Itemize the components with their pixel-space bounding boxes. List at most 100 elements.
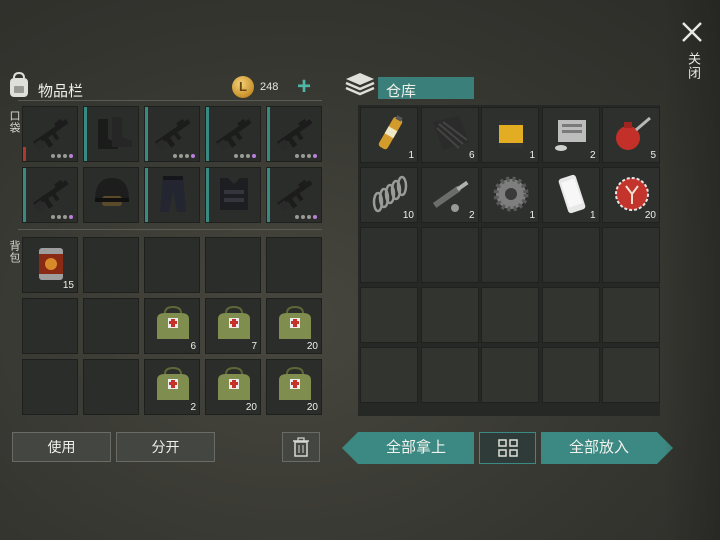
- medkit-bag-icon: [273, 366, 317, 406]
- warehouse-slot[interactable]: [481, 347, 539, 403]
- warehouse-slot[interactable]: [602, 287, 660, 343]
- boots-icon: [90, 113, 134, 153]
- item-quantity: 15: [62, 280, 74, 291]
- pocket-slot[interactable]: [266, 167, 322, 223]
- sort-button[interactable]: [479, 432, 536, 464]
- warehouse-slot[interactable]: [602, 347, 660, 403]
- item-quantity: 2: [468, 210, 475, 221]
- discard-button[interactable]: [282, 432, 320, 462]
- rarity-bar: [206, 168, 209, 222]
- warehouse-slot[interactable]: 2: [541, 107, 600, 163]
- backpack-slot[interactable]: 6: [144, 298, 200, 354]
- warehouse-title: 仓库: [386, 83, 417, 100]
- warehouse-slot[interactable]: [420, 347, 479, 403]
- item-quantity: 20: [306, 341, 318, 352]
- rifle-icon: [151, 113, 195, 153]
- coin-icon: L: [232, 76, 254, 98]
- rifle-icon: [273, 174, 317, 214]
- use-button[interactable]: 使用: [12, 432, 111, 462]
- take-all-button[interactable]: 全部拿上: [342, 432, 474, 464]
- attachment-dots: [295, 215, 317, 219]
- backpack-slot[interactable]: 7: [205, 298, 261, 354]
- item-quantity: 10: [402, 210, 414, 221]
- warehouse-slot[interactable]: 1: [541, 167, 600, 223]
- attachment-dots: [173, 154, 195, 158]
- rarity-bar: [23, 168, 26, 222]
- rarity-bar: [145, 168, 148, 222]
- warehouse-slot[interactable]: [541, 347, 600, 403]
- pocket-slot[interactable]: [205, 106, 261, 162]
- pocket-slot[interactable]: [144, 106, 200, 162]
- backpack-slot[interactable]: [266, 237, 322, 293]
- backpack-slot[interactable]: 2: [144, 359, 200, 415]
- canned-food-icon: [29, 244, 73, 284]
- attachment-dots: [234, 154, 256, 158]
- backpack-slot[interactable]: [83, 359, 139, 415]
- pocket-slot[interactable]: [83, 167, 139, 223]
- pocket-slot[interactable]: [83, 106, 139, 162]
- backpack-slot[interactable]: 20: [205, 359, 261, 415]
- backpack-slot[interactable]: 15: [22, 237, 78, 293]
- warehouse-slot[interactable]: 6: [420, 107, 479, 163]
- warehouse-slot[interactable]: 1: [481, 167, 539, 223]
- pocket-slot[interactable]: [266, 106, 322, 162]
- item-quantity: 2: [589, 150, 596, 161]
- item-quantity: 1: [589, 210, 596, 221]
- warehouse-slot[interactable]: [360, 227, 418, 283]
- backpack-icon: [8, 71, 30, 98]
- warehouse-slot[interactable]: [420, 287, 479, 343]
- warehouse-slot[interactable]: [481, 287, 539, 343]
- close-button[interactable]: 关闭: [680, 20, 706, 90]
- backpack-slot[interactable]: [22, 298, 78, 354]
- warehouse-slot[interactable]: [420, 227, 479, 283]
- medkit-bag-icon: [151, 305, 195, 345]
- close-icon: [682, 22, 702, 42]
- item-quantity: 2: [190, 402, 196, 413]
- add-coins-button[interactable]: +: [297, 75, 311, 99]
- warehouse-slot[interactable]: [481, 227, 539, 283]
- warehouse-slot[interactable]: 2: [420, 167, 479, 223]
- warehouse-slot[interactable]: 1: [481, 107, 539, 163]
- warehouse-slot[interactable]: [541, 287, 600, 343]
- medkit-bag-icon: [273, 305, 317, 345]
- warehouse-slot[interactable]: 20: [602, 167, 660, 223]
- item-quantity: 1: [529, 150, 535, 161]
- warehouse-slot[interactable]: [360, 287, 418, 343]
- pocket-slot[interactable]: [205, 167, 261, 223]
- backpack-slot[interactable]: [144, 237, 200, 293]
- bottle-cap-icon: [610, 174, 654, 214]
- warehouse-slot[interactable]: 5: [602, 107, 660, 163]
- warehouse-slot[interactable]: [541, 227, 600, 283]
- backpack-slot[interactable]: 20: [266, 298, 322, 354]
- rarity-bar: [267, 107, 270, 161]
- item-quantity: 20: [306, 402, 318, 413]
- attachment-dots: [51, 215, 73, 219]
- backpack-slot[interactable]: [83, 298, 139, 354]
- vest-icon: [212, 174, 256, 214]
- coin-count: 248: [260, 81, 279, 93]
- pocket-slot[interactable]: [22, 106, 78, 162]
- pocket-slot[interactable]: [22, 167, 78, 223]
- backpack-slot[interactable]: 20: [266, 359, 322, 415]
- split-button[interactable]: 分开: [116, 432, 215, 462]
- backpack-slot[interactable]: [83, 237, 139, 293]
- spring-icon: [368, 174, 412, 214]
- attachment-dots: [295, 154, 317, 158]
- warehouse-slot[interactable]: [602, 227, 660, 283]
- backpack-slot[interactable]: [22, 359, 78, 415]
- grid-sort-icon: [498, 439, 518, 457]
- rifle-icon: [273, 113, 317, 153]
- backpack-label: 背包: [8, 240, 20, 264]
- inventory-title: 物品栏: [38, 83, 84, 100]
- backpack-slot[interactable]: [205, 237, 261, 293]
- pocket-slot[interactable]: [144, 167, 200, 223]
- warehouse-slot[interactable]: 10: [360, 167, 418, 223]
- put-all-button[interactable]: 全部放入: [541, 432, 673, 464]
- rarity-bar: [206, 107, 209, 161]
- warehouse-slot[interactable]: 1: [360, 107, 418, 163]
- gear-icon: [489, 174, 533, 214]
- rarity-bar: [23, 147, 26, 161]
- warehouse-slot[interactable]: [360, 347, 418, 403]
- rifle-icon: [29, 113, 73, 153]
- shock-absorber-icon: [429, 174, 473, 214]
